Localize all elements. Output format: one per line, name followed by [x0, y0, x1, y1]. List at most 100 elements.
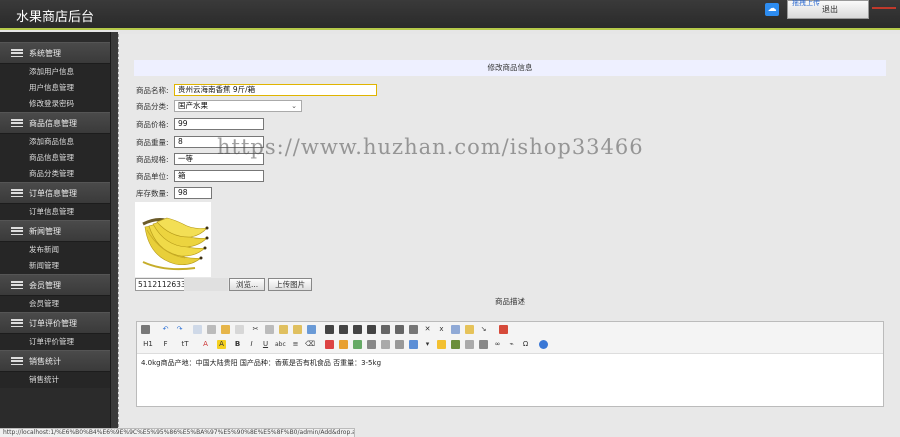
file-path-value: 5112112633 — [138, 280, 186, 289]
remove-format-icon[interactable]: ⌫ — [305, 340, 315, 349]
sidebar-item[interactable]: 商品分类管理 — [0, 166, 110, 182]
quantity-label: 商品重量: — [136, 137, 169, 147]
sidebar-group-header[interactable]: 会员管理 — [0, 274, 110, 296]
red-line-decoration — [872, 7, 896, 9]
sidebar-item[interactable]: 销售统计 — [0, 372, 110, 388]
name-field[interactable]: 贵州云海南香蕉 9斤/箱 — [174, 84, 377, 96]
sidebar-item[interactable]: 添加用户信息 — [0, 64, 110, 80]
indent-icon[interactable] — [409, 325, 418, 334]
emoticon-icon[interactable]: ▾ — [423, 340, 432, 349]
image-icon[interactable] — [325, 340, 334, 349]
justify-icon[interactable] — [367, 325, 376, 334]
link-icon[interactable]: ∞ — [493, 340, 502, 349]
browse-button[interactable]: 浏览... — [229, 278, 266, 291]
template-icon[interactable] — [221, 325, 230, 334]
align-right-icon[interactable] — [353, 325, 362, 334]
anchor-icon[interactable] — [479, 340, 488, 349]
stock-field[interactable]: 98 — [174, 187, 212, 199]
sidebar-group-header[interactable]: 销售统计 — [0, 350, 110, 372]
sidebar-item[interactable]: 订单评价管理 — [0, 334, 110, 350]
underline-icon[interactable]: U — [261, 340, 270, 349]
align-left-icon[interactable] — [325, 325, 334, 334]
font-size-icon[interactable]: tT — [179, 340, 191, 349]
unit-field[interactable]: 箱 — [174, 170, 264, 182]
outdent-icon[interactable]: ✕ — [423, 325, 432, 334]
sidebar-item[interactable]: 添加商品信息 — [0, 134, 110, 150]
strikethrough-icon[interactable]: abc — [275, 340, 286, 349]
logout-button[interactable]: 拖拽上传 退出 — [787, 0, 869, 19]
table-icon[interactable] — [395, 340, 404, 349]
align-center-icon[interactable] — [339, 325, 348, 334]
multi-image-icon[interactable] — [339, 340, 348, 349]
source-icon[interactable] — [141, 325, 150, 334]
smiley-icon[interactable] — [437, 340, 446, 349]
print-icon[interactable] — [207, 325, 216, 334]
page-break-icon[interactable] — [465, 340, 474, 349]
upload-widget[interactable]: ☁ 拖拽上传 退出 — [765, 0, 869, 19]
sidebar-group-label: 会员管理 — [29, 280, 61, 290]
upload-image-button[interactable]: 上传图片 — [268, 278, 313, 291]
sidebar-item[interactable]: 发布新闻 — [0, 242, 110, 258]
select-all-icon[interactable]: ↘ — [479, 325, 488, 334]
file-icon[interactable] — [381, 340, 390, 349]
paste-icon[interactable] — [279, 325, 288, 334]
menu-icon — [11, 281, 23, 289]
file-path-input[interactable]: 5112112633 — [135, 278, 228, 291]
sidebar-item[interactable]: 用户信息管理 — [0, 80, 110, 96]
sidebar-item[interactable]: 新闻管理 — [0, 258, 110, 274]
sidebar-group: 订单评价管理 订单评价管理 — [0, 312, 110, 350]
sidebar-item[interactable]: 修改登录密码 — [0, 96, 110, 112]
sidebar-rail[interactable] — [110, 32, 118, 437]
help-icon[interactable] — [539, 340, 548, 349]
media-icon[interactable] — [367, 340, 376, 349]
sidebar-group-header[interactable]: 系统管理 — [0, 42, 110, 64]
bold-icon[interactable]: B — [233, 340, 242, 349]
paste-word-icon[interactable] — [307, 325, 316, 334]
undo-icon[interactable]: ↶ — [161, 325, 170, 334]
file-upload-row: 5112112633 浏览... 上传图片 — [135, 278, 313, 291]
font-family-icon[interactable]: F — [161, 340, 170, 349]
text-color-icon[interactable]: A — [201, 340, 210, 349]
line-height-icon[interactable]: ≡ — [291, 340, 300, 349]
form-row-stock: 库存数量: 98 — [136, 186, 212, 200]
hr-icon[interactable] — [409, 340, 418, 349]
new-doc-icon[interactable] — [193, 325, 202, 334]
sidebar-group: 系统管理 添加用户信息 用户信息管理 修改登录密码 — [0, 42, 110, 112]
heading-icon[interactable]: H1 — [141, 340, 155, 349]
logout-label: 退出 — [822, 5, 838, 14]
watermark-text: https://www.huzhan.com/ishop33466 — [217, 135, 644, 159]
sidebar-item[interactable]: 商品信息管理 — [0, 150, 110, 166]
cut-icon[interactable]: ✂ — [251, 325, 260, 334]
category-select[interactable]: 国产水果 ⌄ — [174, 100, 302, 112]
italic-icon[interactable]: I — [247, 340, 256, 349]
sidebar-group: 会员管理 会员管理 — [0, 274, 110, 312]
clear-format-icon[interactable] — [465, 325, 474, 334]
preview-icon[interactable] — [235, 325, 244, 334]
sidebar-group-header[interactable]: 新闻管理 — [0, 220, 110, 242]
price-field[interactable]: 99 — [174, 118, 264, 130]
copy-icon[interactable] — [265, 325, 274, 334]
special-char-icon[interactable]: Ω — [521, 340, 530, 349]
subscript-icon[interactable]: x — [437, 325, 446, 334]
redo-icon[interactable]: ↷ — [175, 325, 184, 334]
description-label: 商品描述 — [495, 297, 525, 306]
unlink-icon[interactable]: ⌁ — [507, 340, 516, 349]
bullet-list-icon[interactable] — [395, 325, 404, 334]
rich-text-editor[interactable]: ↶ ↷ ✂ ✕ x ↘ H1 F tT A A B I U abc ≡ ⌫ ▾ … — [136, 321, 884, 407]
sidebar-item[interactable]: 会员管理 — [0, 296, 110, 312]
sidebar-item[interactable]: 订单信息管理 — [0, 204, 110, 220]
sidebar-group-header[interactable]: 订单信息管理 — [0, 182, 110, 204]
editor-content[interactable]: 4.0kg商品产地：中国大陆贵阳 国产品种：香蕉是否有机食品 否重量：3-5kg — [137, 354, 883, 372]
upload-link[interactable]: 拖拽上传 — [792, 0, 820, 12]
paste-text-icon[interactable] — [293, 325, 302, 334]
highlight-icon[interactable]: A — [217, 340, 226, 349]
map-icon[interactable] — [451, 340, 460, 349]
sidebar-group-header[interactable]: 订单评价管理 — [0, 312, 110, 334]
sidebar: 系统管理 添加用户信息 用户信息管理 修改登录密码 商品信息管理 添加商品信息 商品信息管理… — [0, 32, 118, 437]
flash-icon[interactable] — [353, 340, 362, 349]
cloud-upload-icon[interactable]: ☁ — [765, 3, 779, 16]
sidebar-group-header[interactable]: 商品信息管理 — [0, 112, 110, 134]
superscript-icon[interactable] — [451, 325, 460, 334]
ordered-list-icon[interactable] — [381, 325, 390, 334]
fullscreen-icon[interactable] — [499, 325, 508, 334]
